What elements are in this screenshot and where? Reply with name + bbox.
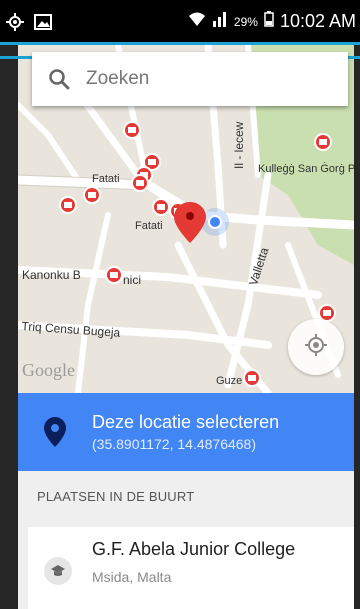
map-label-lecew: Il - lecew [232, 121, 246, 169]
poi-marker [314, 133, 332, 151]
school-icon [44, 557, 72, 585]
search-box[interactable]: Zoeken [32, 52, 348, 106]
location-pin-icon [18, 417, 92, 447]
selected-location-pin [174, 202, 206, 243]
map-label-kullegg: Kulleġġ San Ġorġ P [258, 163, 354, 175]
map-label-guze: Guze [216, 375, 243, 387]
place-name: G.F. Abela Junior College [92, 539, 296, 559]
map-label-kanonku-end: nici [123, 273, 142, 287]
map-label-fatati-1: Fatati [92, 173, 120, 185]
poi-marker [243, 369, 261, 387]
search-icon [32, 52, 86, 106]
select-location-coords: (35.8901172, 14.4876468) [92, 436, 256, 452]
poi-marker [105, 266, 123, 284]
map-label-fatati-2: Fatati [135, 220, 163, 232]
signal-icon [212, 11, 228, 32]
right-edge [354, 45, 360, 609]
search-input[interactable]: Zoeken [86, 68, 149, 90]
select-location-button[interactable]: Deze locatie selecteren (35.8901172, 14.… [18, 393, 354, 471]
left-edge [0, 45, 18, 609]
poi-marker [131, 174, 149, 192]
poi-marker [123, 121, 141, 139]
select-location-title: Deze locatie selecteren [92, 412, 280, 432]
poi-marker [83, 186, 101, 204]
battery-icon [264, 11, 274, 32]
my-location-button[interactable] [288, 319, 344, 375]
nearby-header: PLAATSEN IN DE BUURT [37, 489, 195, 504]
gps-icon [6, 13, 24, 36]
google-attribution: Google [22, 360, 75, 380]
nearby-places-section: PLAATSEN IN DE BUURT G.F. Abela Junior C… [18, 471, 354, 609]
map-label-kanonku: Kanonku B [22, 268, 81, 282]
status-bar: 29% 10:02 AM [0, 0, 360, 42]
user-location-dot [201, 208, 229, 236]
status-time: 10:02 AM [279, 11, 356, 31]
poi-marker [152, 198, 170, 216]
poi-marker [59, 196, 77, 214]
wifi-icon [188, 11, 206, 32]
place-item[interactable]: G.F. Abela Junior College Msida, Malta [28, 527, 354, 609]
image-icon [34, 14, 52, 35]
battery-percent: 29% [233, 14, 258, 29]
crosshair-icon [304, 333, 328, 362]
place-address: Msida, Malta [92, 569, 172, 585]
